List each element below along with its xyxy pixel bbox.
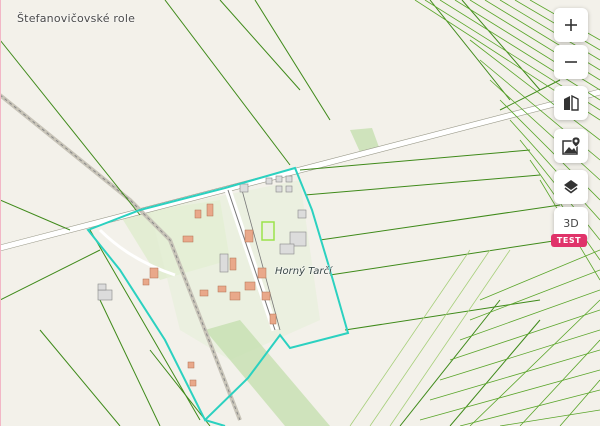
zoom-out-icon [565,61,577,63]
photo-map-button[interactable] [554,129,588,163]
zoom-out-button[interactable] [554,45,588,79]
layers-button[interactable] [554,170,588,204]
layers-icon [564,180,578,194]
compare-button[interactable] [554,86,588,120]
map-pin-photo-icon [562,136,581,155]
compare-icon [564,94,579,111]
zoom-in-icon [565,19,577,31]
map-canvas[interactable] [0,0,600,426]
zoom-in-button[interactable] [554,8,588,42]
village-label: Horný Tarčí [275,266,332,277]
3d-label: 3D [563,217,579,230]
place-label: Štefanovičovské role [17,12,136,25]
test-badge: TEST [551,234,587,247]
